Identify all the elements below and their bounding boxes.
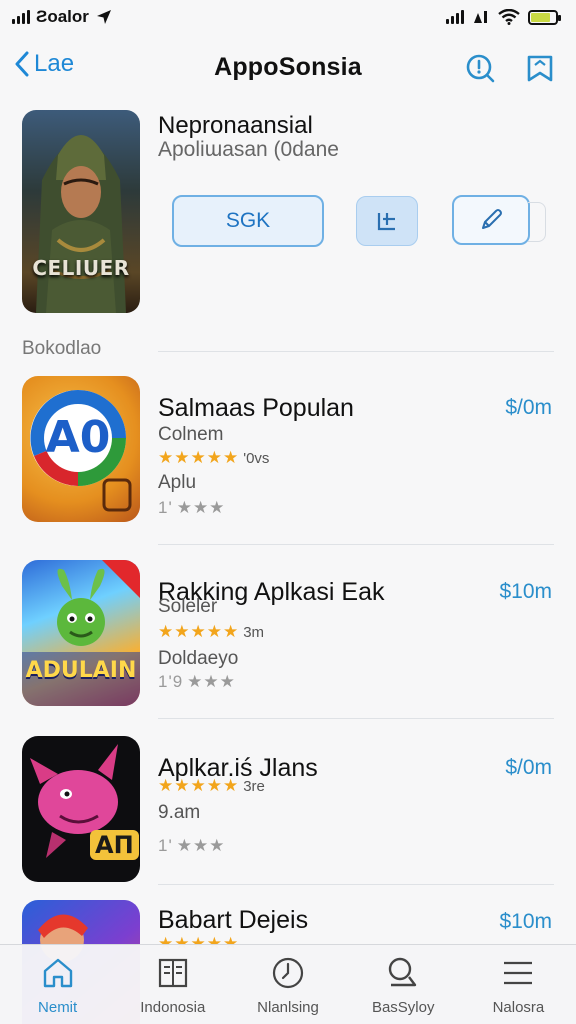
app-icon: A0 bbox=[22, 376, 140, 522]
wifi-icon bbox=[498, 9, 520, 25]
rating-note: 3re bbox=[243, 777, 265, 795]
app-subtitle: Colnem bbox=[158, 424, 224, 445]
get-button[interactable]: SGK bbox=[172, 195, 324, 247]
bookmark-icon[interactable] bbox=[524, 52, 556, 84]
tab-home[interactable]: Nemit bbox=[0, 945, 115, 1024]
row-divider bbox=[158, 718, 554, 719]
row-divider bbox=[158, 544, 554, 545]
rating-stars-grey: ★★★ bbox=[187, 672, 236, 691]
tab-label: Indonosia bbox=[140, 999, 206, 1016]
featured-app-title: Nepronaansial bbox=[158, 112, 313, 139]
status-bar: Ƨoalor bbox=[0, 0, 576, 34]
status-right bbox=[446, 9, 561, 25]
rating-stars-grey: ★★★ bbox=[176, 498, 226, 517]
rating: ★★★★★ '0vs bbox=[158, 448, 269, 468]
row-divider bbox=[158, 884, 554, 885]
featured-app: CELIUER Nepronaansial Apoliɯasan (0dane … bbox=[22, 110, 554, 320]
pencil-icon bbox=[482, 209, 502, 229]
rating-note: '0vs bbox=[243, 449, 270, 467]
more-button-edge bbox=[528, 202, 546, 242]
signal-icon bbox=[12, 10, 30, 24]
tab-bar: Nemit Indonosia Nlanlsing BasSyloy Nalos… bbox=[0, 944, 576, 1024]
cellular-data-icon bbox=[474, 11, 487, 23]
list-item[interactable]: AΠ Aplkar.iś Jlans $/0m ★★★★★ 3re 9.am 1… bbox=[22, 736, 554, 886]
clock-icon bbox=[272, 957, 304, 989]
app-detail: 9.am bbox=[158, 802, 201, 823]
price-label[interactable]: $/0m bbox=[505, 396, 552, 420]
open-button[interactable] bbox=[356, 196, 418, 246]
tab-indonesia[interactable]: Indonosia bbox=[115, 945, 230, 1024]
app-icon: AΠ bbox=[22, 736, 140, 882]
nav-bar: Lae AppoSonsia bbox=[0, 44, 576, 90]
app-name: Salmaas Populan bbox=[158, 394, 354, 422]
rating-secondary: 1' ★★★ bbox=[158, 836, 225, 856]
price-label[interactable]: $/0m bbox=[505, 756, 552, 780]
price-label[interactable]: $10m bbox=[499, 910, 552, 934]
menu-icon bbox=[504, 961, 533, 985]
price-label[interactable]: $10m bbox=[499, 580, 552, 604]
list-item[interactable]: ADULAIN Rakking Aplkasi Eak $10m Soleler… bbox=[22, 560, 554, 710]
app-icon-text: ADULAIN bbox=[25, 658, 137, 683]
tab-label: BasSyloy bbox=[371, 999, 435, 1016]
app-icon-text: A0 bbox=[45, 412, 111, 463]
tab-menu[interactable]: Nalosra bbox=[461, 945, 576, 1024]
info-search-icon[interactable] bbox=[464, 52, 496, 84]
rating: ★★★★★ 3m bbox=[158, 622, 264, 642]
rating-prefix: 1' bbox=[158, 498, 173, 517]
search-icon bbox=[389, 957, 417, 987]
app-icon: ADULAIN bbox=[22, 560, 140, 706]
rating-note: 3m bbox=[243, 623, 265, 641]
rating-prefix: 1' bbox=[158, 836, 173, 855]
edit-button[interactable] bbox=[452, 195, 530, 245]
location-arrow-icon bbox=[96, 10, 111, 24]
app-subtitle: Soleler bbox=[158, 596, 218, 617]
app-detail: Aplu bbox=[158, 472, 197, 493]
rating: ★★★★★ 3re bbox=[158, 776, 265, 796]
status-left: Ƨoalor bbox=[12, 7, 113, 27]
tab-label: Nemit bbox=[38, 999, 78, 1016]
signal-strength-icon bbox=[446, 10, 464, 24]
featured-app-cover[interactable]: CELIUER bbox=[22, 110, 140, 313]
warrior-illustration bbox=[36, 135, 126, 313]
grid-icon bbox=[158, 958, 187, 988]
carrier-label: Ƨoalor bbox=[36, 7, 89, 26]
featured-app-subtitle: Apoliɯasan (0dane bbox=[158, 138, 339, 161]
app-name: Babart Dejeis bbox=[158, 906, 309, 934]
section-label: Bokodlao bbox=[22, 338, 102, 359]
section-divider bbox=[158, 351, 554, 352]
tab-nlanlsing[interactable]: Nlanlsing bbox=[230, 945, 345, 1024]
rating-stars: ★★★★★ bbox=[158, 622, 240, 641]
battery-icon bbox=[528, 9, 561, 25]
rating-secondary: 1' ★★★ bbox=[158, 498, 225, 518]
app-icon-text: AΠ bbox=[90, 830, 139, 860]
tab-label: Nlanlsing bbox=[257, 999, 319, 1016]
list-item[interactable]: A0 Salmaas Populan $/0m Colnem ★★★★★ '0v… bbox=[22, 376, 554, 526]
rating-stars: ★★★★★ bbox=[158, 776, 240, 795]
tab-label: Nalosra bbox=[492, 999, 545, 1016]
rating-stars: ★★★★★ bbox=[158, 448, 240, 467]
cover-text: CELIUER bbox=[32, 256, 130, 280]
rating-stars-grey: ★★★ bbox=[176, 836, 226, 855]
home-icon bbox=[43, 958, 72, 988]
battery-level bbox=[531, 12, 551, 22]
tab-search[interactable]: BasSyloy bbox=[346, 945, 461, 1024]
rating-prefix: 1'9 bbox=[158, 672, 184, 691]
layout-icon bbox=[377, 213, 395, 231]
rating-secondary: 1'9 ★★★ bbox=[158, 672, 236, 692]
app-detail: Doldaeyo bbox=[158, 648, 239, 669]
